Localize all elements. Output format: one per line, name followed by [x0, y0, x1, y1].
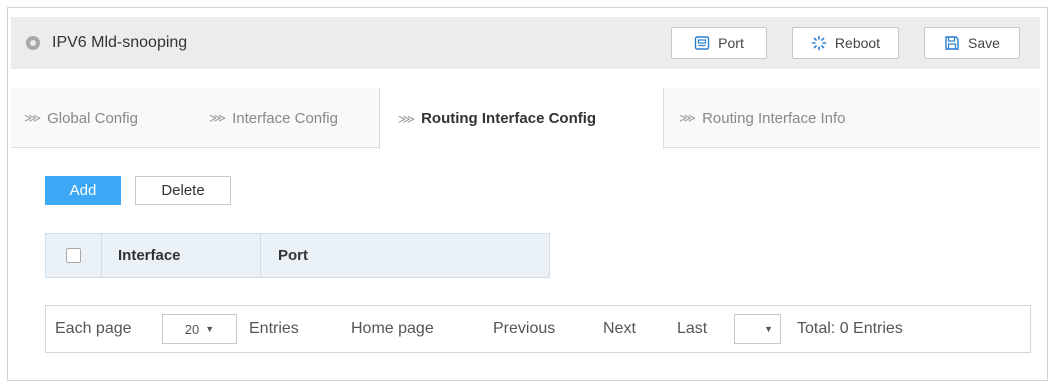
page-size-value: 20 [184, 321, 200, 337]
port-button[interactable]: Port [671, 27, 767, 59]
pagination-bar: Each page 20 ▼ Entries Home page Previou… [45, 305, 1031, 353]
save-icon [945, 36, 959, 50]
tab-global-config[interactable]: ⋙ Global Config [24, 88, 138, 148]
tab-label: Interface Config [232, 109, 338, 127]
each-page-label: Each page [55, 320, 132, 337]
chevron-right-icon: ⋙ [24, 111, 42, 125]
tab-bar: ⋙ Global Config ⋙ Interface Config ⋙ Rou… [11, 88, 1040, 149]
tab-label: Routing Interface Info [702, 109, 846, 127]
chevron-right-icon: ⋙ [209, 111, 227, 125]
entries-label: Entries [249, 320, 299, 337]
tab-routing-interface-info[interactable]: ⋙ Routing Interface Info [679, 88, 846, 148]
caret-down-icon: ▼ [205, 324, 215, 334]
chevron-right-icon: ⋙ [679, 111, 697, 125]
select-all-checkbox[interactable] [66, 248, 81, 263]
reboot-spinner-icon [811, 35, 827, 51]
last-link[interactable]: Last [677, 306, 707, 352]
save-button[interactable]: Save [924, 27, 1020, 59]
page-size-select[interactable]: 20 ▼ [162, 314, 237, 344]
reboot-button[interactable]: Reboot [792, 27, 899, 59]
previous-link[interactable]: Previous [493, 306, 555, 352]
save-button-label: Save [968, 35, 1000, 51]
page-header: IPV6 Mld-snooping Port Reboot Save [11, 17, 1040, 69]
select-all-cell [46, 234, 102, 277]
circle-bullet-icon [26, 36, 40, 50]
next-link[interactable]: Next [603, 306, 636, 352]
tab-label: Routing Interface Config [421, 110, 597, 127]
page-jump-select[interactable]: ▼ [734, 314, 781, 344]
table-header: Interface Port [45, 233, 550, 278]
tab-label: Global Config [47, 109, 138, 127]
add-button[interactable]: Add [45, 176, 121, 205]
page-title-wrap: IPV6 Mld-snooping [26, 17, 187, 69]
reboot-button-label: Reboot [834, 35, 881, 51]
tab-interface-config[interactable]: ⋙ Interface Config [209, 88, 338, 148]
column-header-port[interactable]: Port [261, 234, 308, 277]
home-page-link[interactable]: Home page [351, 306, 434, 352]
total-entries: Total: 0 Entries [797, 320, 903, 337]
port-button-label: Port [718, 35, 744, 51]
port-icon [694, 36, 710, 50]
caret-down-icon: ▼ [764, 324, 773, 334]
column-header-interface[interactable]: Interface [101, 234, 261, 277]
chevron-right-icon: ⋙ [398, 111, 416, 126]
delete-button[interactable]: Delete [135, 176, 231, 205]
page-title: IPV6 Mld-snooping [52, 34, 188, 51]
tab-routing-interface-config[interactable]: ⋙ Routing Interface Config [379, 88, 664, 149]
